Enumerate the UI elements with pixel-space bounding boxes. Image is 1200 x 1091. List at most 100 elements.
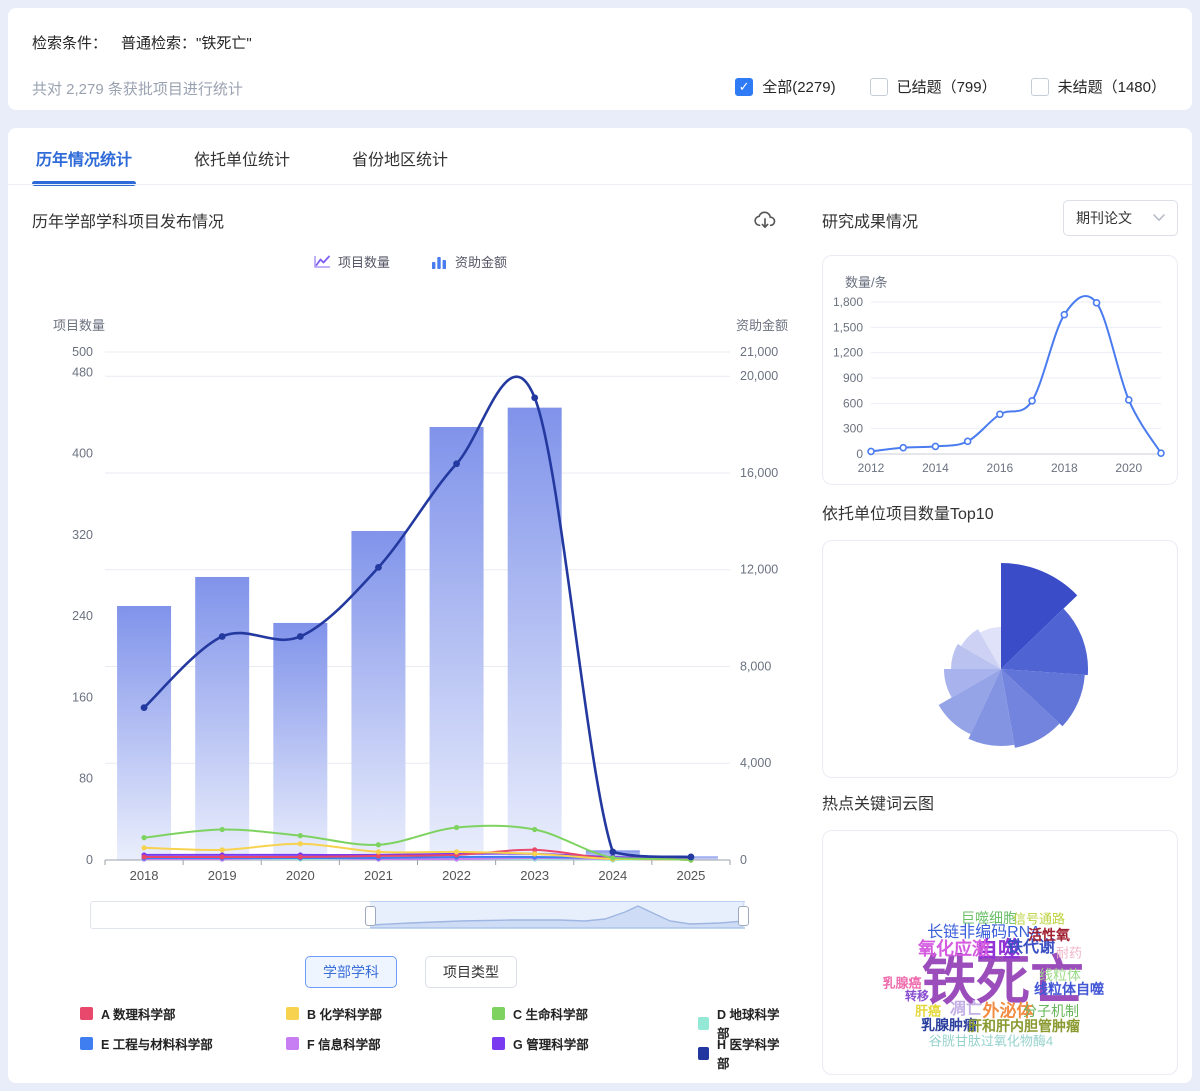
svg-text:1,200: 1,200 <box>833 346 863 360</box>
svg-text:2022: 2022 <box>442 868 471 883</box>
svg-text:2018: 2018 <box>1051 461 1078 475</box>
toggle-project-count[interactable]: 项目数量 <box>313 252 390 271</box>
svg-text:12,000: 12,000 <box>740 563 778 577</box>
legend-item-H[interactable]: H 医学科学部 <box>698 1034 780 1072</box>
keyword-15: 转移 <box>905 990 929 1002</box>
legend-label: G 管理科学部 <box>513 1034 589 1053</box>
datazoom-right-handle[interactable] <box>738 906 749 926</box>
bar-2022 <box>430 427 484 860</box>
top10-rose-chart <box>823 541 1177 777</box>
chevron-down-icon <box>1153 214 1165 222</box>
statistics-tabs: 历年情况统计 依托单位统计 省份地区统计 <box>36 146 448 186</box>
legend-swatch <box>698 1047 709 1060</box>
svg-text:0: 0 <box>740 853 747 867</box>
keyword-wordcloud-panel: 铁死亡自噬氧化应激长链非编码RNA铁代谢外泌体凋亡分子机制活性氧巨噬细胞信号通路… <box>822 830 1178 1075</box>
svg-text:21,000: 21,000 <box>740 345 778 359</box>
bar-2020 <box>273 623 327 860</box>
keyword-19: 谷胱甘肽过氧化物酶4 <box>929 1035 1053 1048</box>
svg-text:8,000: 8,000 <box>740 659 771 673</box>
cloud-download-icon <box>752 208 778 234</box>
group-by-department-button[interactable]: 学部学科 <box>305 956 397 988</box>
legend-item-A[interactable]: A 数理科学部 <box>80 1004 176 1023</box>
top10-rose-chart-panel <box>822 540 1178 778</box>
checkbox-checked-icon[interactable]: ✓ <box>735 78 753 96</box>
series-toggle-group: 项目数量 资助金额 <box>30 252 790 271</box>
status-filter-group: ✓ 全部(2279) 已结题（799） 未结题（1480） <box>735 76 1166 97</box>
svg-text:240: 240 <box>72 609 93 623</box>
bar-2018 <box>117 606 171 860</box>
yearly-combo-chart: 项目数量资助金额08016024032040048050004,0008,000… <box>30 308 790 893</box>
legend-item-C[interactable]: C 生命科学部 <box>492 1004 588 1023</box>
svg-text:资助金额: 资助金额 <box>736 318 788 333</box>
results-line-chart: 03006009001,2001,5001,800201220142016201… <box>823 256 1177 484</box>
svg-text:2024: 2024 <box>598 868 627 883</box>
legend-item-G[interactable]: G 管理科学部 <box>492 1034 589 1053</box>
legend-label: H 医学科学部 <box>717 1034 780 1072</box>
keyword-11: 耐药 <box>1056 947 1082 960</box>
tab-0[interactable]: 历年情况统计 <box>36 146 132 186</box>
tab-1[interactable]: 依托单位统计 <box>194 146 290 186</box>
checkbox-unchecked-icon[interactable] <box>1031 78 1049 96</box>
checkbox-unchecked-icon[interactable] <box>870 78 888 96</box>
legend-item-F[interactable]: F 信息科学部 <box>286 1034 381 1053</box>
status-checkbox-0[interactable]: ✓ 全部(2279) <box>735 76 835 97</box>
dashboard: 检索条件：普通检索："铁死亡" 共对 2,279 条获批项目进行统计 ✓全部(2… <box>0 0 1200 1091</box>
datazoom-left-handle[interactable] <box>365 906 376 926</box>
svg-text:0: 0 <box>86 853 93 867</box>
svg-text:320: 320 <box>72 528 93 542</box>
status-checkbox-label: 已结题（799） <box>897 76 997 97</box>
svg-text:2020: 2020 <box>1115 461 1142 475</box>
svg-text:160: 160 <box>72 690 93 704</box>
keyword-8: 活性氧 <box>1028 928 1070 942</box>
svg-text:2023: 2023 <box>520 868 549 883</box>
legend-label: B 化学科学部 <box>307 1004 382 1023</box>
legend-swatch <box>492 1037 505 1050</box>
search-condition-card: 检索条件：普通检索："铁死亡" 共对 2,279 条获批项目进行统计 ✓全部(2… <box>8 8 1192 110</box>
tab-2[interactable]: 省份地区统计 <box>352 146 448 186</box>
main-chart-title: 历年学部学科项目发布情况 <box>32 208 224 232</box>
results-line <box>871 296 1161 453</box>
top10-section-title: 依托单位项目数量Top10 <box>822 500 994 524</box>
search-condition-row: 检索条件：普通检索："铁死亡" <box>32 32 252 53</box>
wordcloud-section-title: 热点关键词云图 <box>822 790 934 814</box>
status-checkbox-1[interactable]: 已结题（799） <box>870 76 997 97</box>
legend-item-B[interactable]: B 化学科学部 <box>286 1004 382 1023</box>
svg-text:1,500: 1,500 <box>833 320 863 334</box>
keyword-12: 线粒体 <box>1039 968 1081 982</box>
legend-item-E[interactable]: E 工程与材料科学部 <box>80 1034 213 1053</box>
legend-label: C 生命科学部 <box>513 1004 588 1023</box>
svg-text:16,000: 16,000 <box>740 466 778 480</box>
keyword-14: 乳腺癌 <box>882 977 921 990</box>
svg-text:300: 300 <box>843 422 863 436</box>
svg-text:1,800: 1,800 <box>833 295 863 309</box>
svg-text:2016: 2016 <box>987 461 1014 475</box>
bar-chart-icon <box>430 254 448 269</box>
svg-text:20,000: 20,000 <box>740 369 778 383</box>
group-by-project-type-button[interactable]: 项目类型 <box>425 956 517 988</box>
keyword-18: 肝和肝内胆管肿瘤 <box>968 1019 1080 1033</box>
legend-swatch <box>80 1037 93 1050</box>
datazoom-shadow <box>370 902 743 928</box>
keyword-13: 线粒体自噬 <box>1034 982 1104 996</box>
status-checkbox-label: 未结题（1480） <box>1058 76 1166 97</box>
result-type-select[interactable]: 期刊论文 <box>1063 200 1178 236</box>
svg-text:600: 600 <box>843 396 863 410</box>
keyword-16: 肝癌 <box>915 1005 941 1018</box>
svg-text:2021: 2021 <box>364 868 393 883</box>
status-checkbox-label: 全部(2279) <box>762 76 835 97</box>
status-checkbox-2[interactable]: 未结题（1480） <box>1031 76 1166 97</box>
datazoom-selected-range[interactable] <box>370 901 745 929</box>
legend-swatch <box>286 1037 299 1050</box>
download-button[interactable] <box>748 204 782 238</box>
svg-text:2025: 2025 <box>676 868 705 883</box>
svg-text:0: 0 <box>856 447 863 461</box>
keyword-6: 凋亡 <box>950 1002 982 1018</box>
legend-label: E 工程与材料科学部 <box>101 1034 213 1053</box>
toggle-label: 项目数量 <box>338 252 390 271</box>
datazoom-slider[interactable] <box>90 901 744 929</box>
tab-divider <box>8 184 1192 185</box>
svg-text:480: 480 <box>72 365 93 379</box>
svg-text:2014: 2014 <box>922 461 949 475</box>
toggle-funding-amount[interactable]: 资助金额 <box>430 252 507 271</box>
result-type-select-value: 期刊论文 <box>1076 208 1132 228</box>
